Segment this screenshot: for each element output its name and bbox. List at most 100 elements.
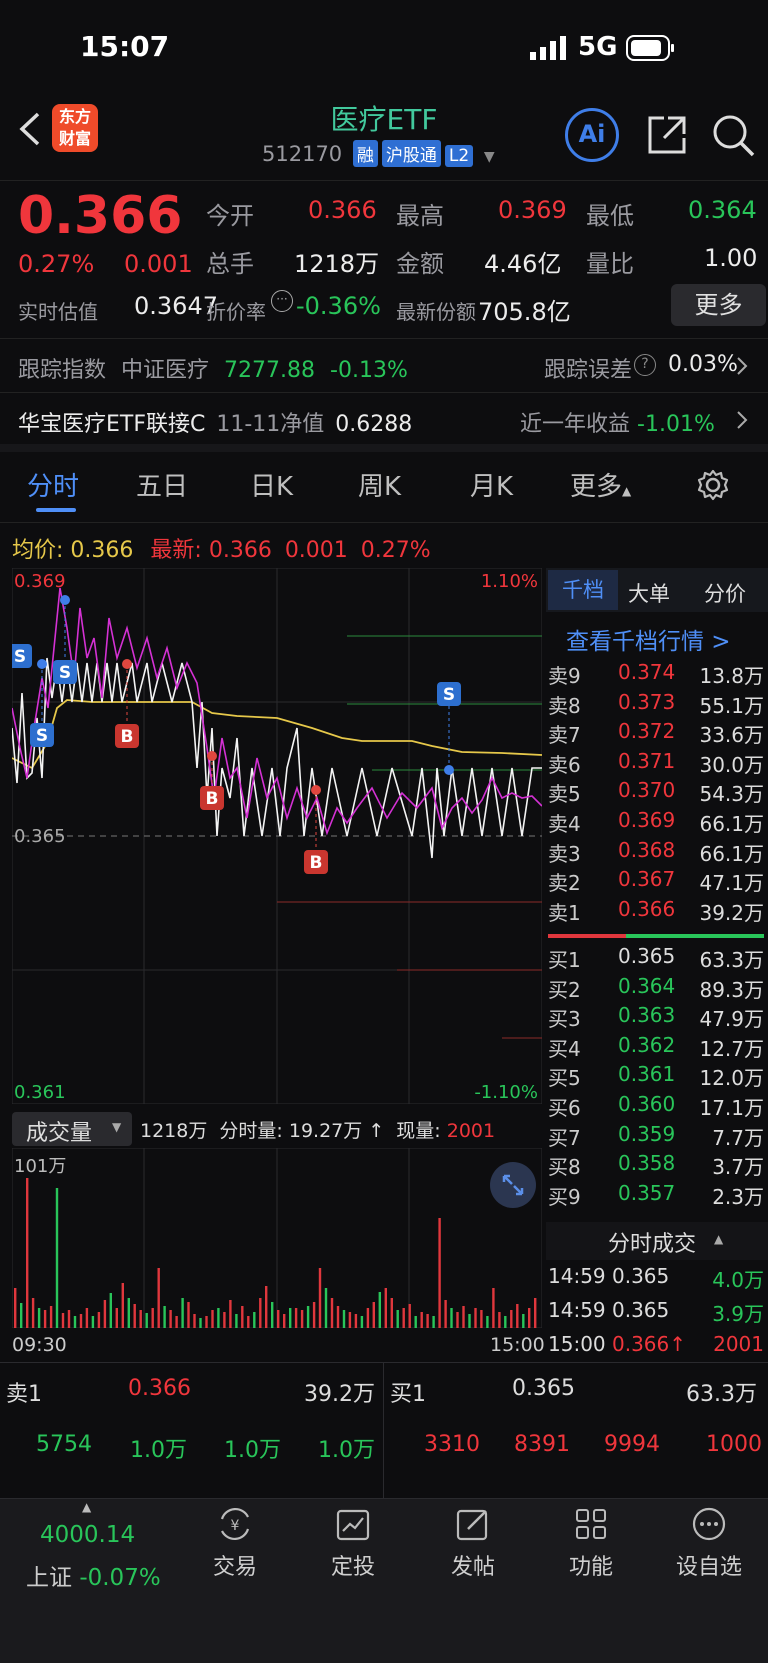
search-icon[interactable] <box>712 114 756 162</box>
tick-price: 0.365 <box>612 1264 670 1288</box>
order-book-row[interactable]: 卖9 0.374 13.8万 <box>548 660 764 689</box>
order-book-row[interactable]: 买1 0.365 63.3万 <box>548 944 764 973</box>
footer-plan[interactable]: 定投 <box>298 1505 408 1581</box>
volume-bar <box>492 1288 495 1328</box>
chevron-down-icon[interactable]: ▼ <box>484 149 495 165</box>
change-value: 0.001 <box>124 250 193 278</box>
chevron-right-icon[interactable] <box>736 410 748 434</box>
active-tab-indicator <box>36 508 76 512</box>
caret-up-icon[interactable]: ▲ <box>714 1232 723 1246</box>
order-book-row[interactable]: 卖8 0.373 55.1万 <box>548 690 764 719</box>
caret-up-icon[interactable]: ▲ <box>82 1500 91 1514</box>
info-icon[interactable]: ··· <box>271 290 293 312</box>
volume-bar <box>318 1268 322 1328</box>
footer-functions[interactable]: 功能 <box>536 1505 646 1581</box>
tab-five-day[interactable]: 五日 <box>136 466 188 503</box>
order-book-row[interactable]: 卖7 0.372 33.6万 <box>548 719 764 748</box>
order-book-row[interactable]: 买6 0.360 17.1万 <box>548 1092 764 1121</box>
order-volume: 47.9万 <box>699 1007 764 1032</box>
expand-icon[interactable] <box>490 1162 536 1208</box>
index-line[interactable]: 上证 -0.07% <box>26 1558 161 1592</box>
linked-nav-value: 0.6288 <box>335 412 413 437</box>
bottom-sell-volume: 39.2万 <box>304 1382 375 1407</box>
volume-bar <box>271 1302 274 1328</box>
order-book-row[interactable]: 卖5 0.370 54.3万 <box>548 778 764 807</box>
svg-text:¥: ¥ <box>231 1518 240 1534</box>
sell-marker[interactable]: S <box>53 595 77 684</box>
bottom-buy-volume: 63.3万 <box>686 1382 757 1407</box>
order-book-row[interactable]: 买9 0.357 2.3万 <box>548 1181 764 1210</box>
order-price: 0.359 <box>618 1121 676 1146</box>
volume-bar <box>37 1308 41 1328</box>
tab-more[interactable]: 更多▲ <box>570 466 631 503</box>
order-book-row[interactable]: 买3 0.363 47.9万 <box>548 1003 764 1032</box>
view-full-book-link[interactable]: 查看千档行情 > <box>566 622 731 656</box>
axis-top-price: 0.369 <box>14 571 66 592</box>
order-book-row[interactable]: 卖4 0.369 66.1万 <box>548 808 764 837</box>
order-book-row[interactable]: 买8 0.358 3.7万 <box>548 1151 764 1180</box>
chevron-right-icon[interactable] <box>736 356 748 380</box>
volume-bar <box>20 1303 23 1328</box>
sell-marker[interactable]: S <box>30 659 54 747</box>
volume-bar <box>480 1310 483 1328</box>
section-gap <box>0 444 768 452</box>
footer-watchlist-label: 设自选 <box>675 1555 742 1580</box>
volume-bar <box>241 1306 244 1328</box>
volume-chart[interactable]: 101万 <box>12 1148 542 1328</box>
tab-weekly-k[interactable]: 周K <box>358 466 401 503</box>
order-book-row[interactable]: 卖2 0.367 47.1万 <box>548 867 764 896</box>
order-book-row[interactable]: 卖1 0.366 39.2万 <box>548 897 764 926</box>
axis-start-time: 09:30 <box>12 1334 67 1356</box>
tick-volume: 4.0万 <box>712 1268 764 1292</box>
order-price: 0.358 <box>618 1151 676 1176</box>
volume-bar <box>61 1313 65 1328</box>
footer-watchlist[interactable]: 设自选 <box>654 1505 764 1581</box>
order-book-row[interactable]: 卖3 0.368 66.1万 <box>548 838 764 867</box>
volume-indicator-label: 成交量 <box>26 1121 93 1146</box>
order-level-label: 买6 <box>548 1096 581 1120</box>
volume-bar <box>145 1313 148 1328</box>
volume-bar <box>103 1300 107 1328</box>
tab-price-distribution[interactable]: 分价 <box>704 578 746 608</box>
order-price: 0.368 <box>618 837 676 862</box>
tab-monthly-k[interactable]: 月K <box>470 466 513 503</box>
price-chart[interactable]: B B B S S S S 0.369 0.365 0.361 1.10% -1… <box>12 568 542 1104</box>
linked-fund-row[interactable]: 华宝医疗ETF联接C 11-11净值 0.6288 <box>18 406 412 438</box>
footer-post[interactable]: 发帖 <box>418 1505 528 1581</box>
tab-daily-k[interactable]: 日K <box>250 466 293 503</box>
order-book-row[interactable]: 买5 0.361 12.0万 <box>548 1062 764 1091</box>
volume-bar <box>312 1302 316 1328</box>
tick-time: 15:00 <box>548 1332 606 1356</box>
volume-indicator-select[interactable]: 成交量 ▼ <box>12 1112 132 1146</box>
tab-order-book[interactable]: 千档 <box>548 570 618 610</box>
help-icon[interactable]: ? <box>634 354 656 376</box>
settings-icon[interactable] <box>696 468 730 506</box>
order-volume: 33.6万 <box>699 723 764 748</box>
order-book-row[interactable]: 买2 0.364 89.3万 <box>548 974 764 1003</box>
volume-bar <box>324 1288 328 1328</box>
volume-bar <box>510 1310 513 1328</box>
tab-big-orders[interactable]: 大单 <box>628 578 670 608</box>
order-book-row[interactable]: 买7 0.359 7.7万 <box>548 1122 764 1151</box>
more-button[interactable]: 更多 <box>671 284 766 326</box>
order-book-row[interactable]: 买4 0.362 12.7万 <box>548 1033 764 1062</box>
tab-intraday[interactable]: 分时 <box>27 466 79 503</box>
tag-connect: 沪股通 <box>381 140 441 167</box>
volume-bar <box>474 1308 477 1328</box>
grid-icon <box>576 1509 606 1539</box>
volume-bar <box>336 1306 340 1328</box>
order-price: 0.357 <box>618 1180 676 1205</box>
ask-strength-bar <box>548 934 626 938</box>
volume-bar <box>342 1310 346 1328</box>
share-icon[interactable] <box>646 114 688 160</box>
order-level-label: 卖5 <box>548 782 581 807</box>
order-book-row[interactable]: 卖6 0.371 30.0万 <box>548 749 764 778</box>
sell-marker[interactable]: S <box>12 644 32 668</box>
volume-bar <box>133 1304 136 1328</box>
ai-button[interactable]: Ai <box>565 108 619 162</box>
sell-marker[interactable]: S <box>437 682 461 775</box>
footer-trade[interactable]: ¥ 交易 <box>180 1505 290 1581</box>
tick-row: 14:59 0.365 3.9万 <box>548 1298 764 1327</box>
buy-marker[interactable]: B <box>304 785 328 874</box>
index-value[interactable]: 4000.14 <box>40 1522 135 1548</box>
